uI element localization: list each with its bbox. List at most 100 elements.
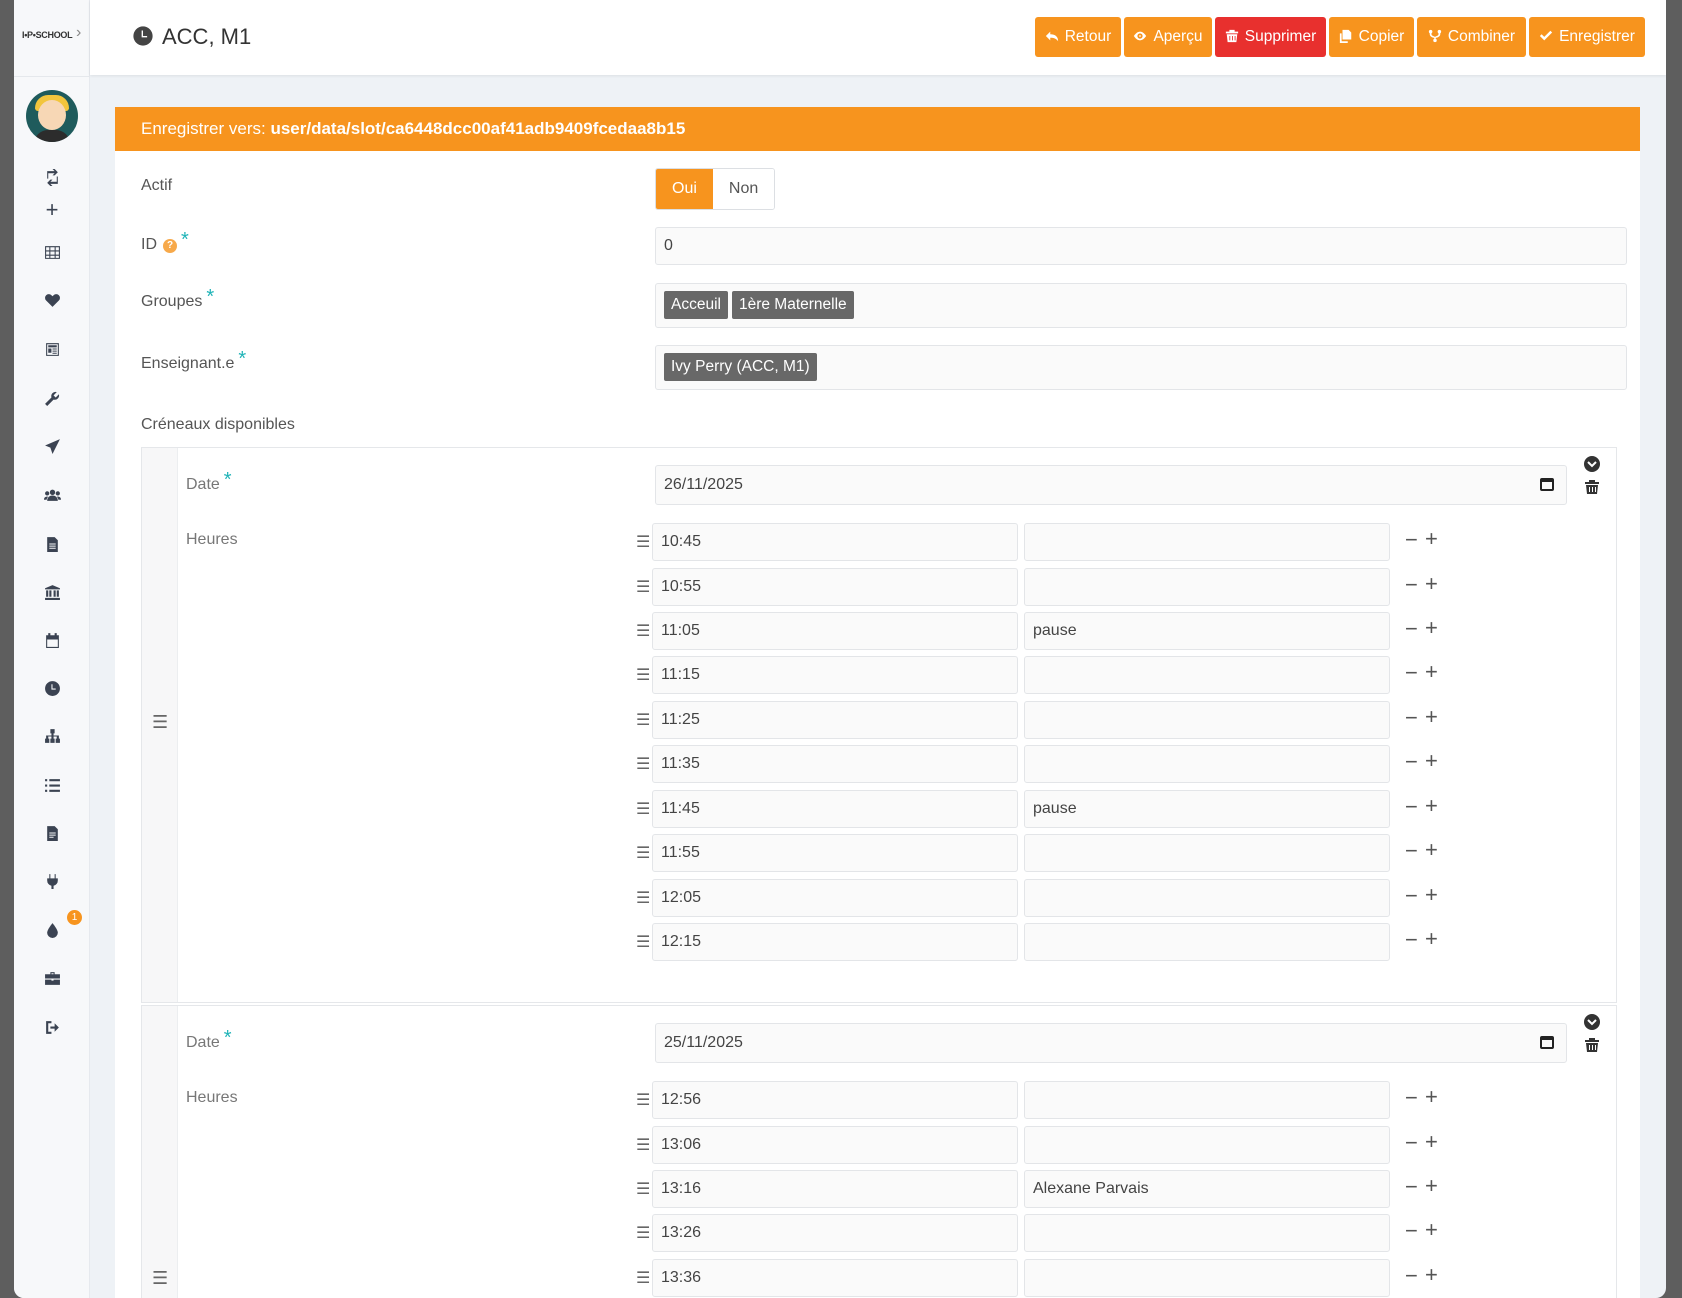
group-tag[interactable]: Acceuil	[664, 291, 728, 319]
drag-handle-icon[interactable]: ☰	[636, 665, 650, 685]
chevron-right-icon[interactable]: ›	[76, 24, 81, 42]
drag-handle-icon[interactable]: ☰	[636, 532, 650, 552]
add-row-icon[interactable]: +	[1425, 882, 1438, 908]
back-button[interactable]: Retour	[1035, 17, 1121, 57]
drag-handle-icon[interactable]: ☰	[152, 1268, 168, 1289]
sitemap-icon[interactable]	[36, 724, 68, 748]
remove-row-icon[interactable]: −	[1405, 883, 1418, 909]
drag-handle-icon[interactable]: ☰	[636, 754, 650, 774]
add-row-icon[interactable]: +	[1425, 926, 1438, 952]
date-input[interactable]: 25/11/2025	[655, 1023, 1567, 1063]
date-input[interactable]: 26/11/2025	[655, 465, 1567, 505]
plus-icon[interactable]: +	[36, 198, 68, 222]
add-row-icon[interactable]: +	[1425, 793, 1438, 819]
drag-handle-icon[interactable]: ☰	[636, 710, 650, 730]
plug-icon[interactable]	[36, 869, 68, 893]
remove-row-icon[interactable]: −	[1405, 927, 1418, 953]
drag-handle-icon[interactable]: ☰	[636, 1268, 650, 1288]
teacher-input[interactable]: Ivy Perry (ACC, M1)	[655, 345, 1627, 390]
time-input[interactable]: 11:15	[652, 656, 1018, 694]
add-row-icon[interactable]: +	[1425, 748, 1438, 774]
list-icon[interactable]	[36, 773, 68, 797]
drag-handle-icon[interactable]: ☰	[636, 1090, 650, 1110]
note-input[interactable]	[1024, 923, 1390, 961]
note-input[interactable]	[1024, 701, 1390, 739]
drag-handle-icon[interactable]: ☰	[636, 577, 650, 597]
bank-icon[interactable]	[36, 580, 68, 604]
note-input[interactable]	[1024, 1081, 1390, 1119]
combine-button[interactable]: Combiner	[1417, 17, 1526, 57]
remove-row-icon[interactable]: −	[1405, 794, 1418, 820]
remove-row-icon[interactable]: −	[1405, 1218, 1418, 1244]
remove-row-icon[interactable]: −	[1405, 705, 1418, 731]
note-input[interactable]	[1024, 656, 1390, 694]
drag-handle-icon[interactable]: ☰	[636, 1135, 650, 1155]
add-row-icon[interactable]: +	[1425, 1262, 1438, 1288]
add-row-icon[interactable]: +	[1425, 704, 1438, 730]
drag-handle-icon[interactable]: ☰	[636, 888, 650, 908]
drag-handle-icon[interactable]: ☰	[636, 621, 650, 641]
drag-handle-icon[interactable]: ☰	[636, 932, 650, 952]
remove-row-icon[interactable]: −	[1405, 1085, 1418, 1111]
remove-row-icon[interactable]: −	[1405, 838, 1418, 864]
time-input[interactable]: 11:55	[652, 834, 1018, 872]
calendar-icon[interactable]	[36, 628, 68, 652]
grid-icon[interactable]	[36, 240, 68, 264]
time-input[interactable]: 12:05	[652, 879, 1018, 917]
time-input[interactable]: 13:26	[652, 1214, 1018, 1252]
add-row-icon[interactable]: +	[1425, 1129, 1438, 1155]
collapse-icon[interactable]	[1584, 1014, 1600, 1030]
remove-row-icon[interactable]: −	[1405, 660, 1418, 686]
remove-row-icon[interactable]: −	[1405, 1174, 1418, 1200]
help-icon[interactable]: ?	[163, 239, 177, 253]
add-row-icon[interactable]: +	[1425, 1084, 1438, 1110]
file-icon[interactable]	[36, 532, 68, 556]
note-input[interactable]: pause	[1024, 790, 1390, 828]
drag-handle-icon[interactable]: ☰	[636, 1179, 650, 1199]
remove-row-icon[interactable]: −	[1405, 1130, 1418, 1156]
time-input[interactable]: 11:35	[652, 745, 1018, 783]
teacher-tag[interactable]: Ivy Perry (ACC, M1)	[664, 353, 817, 381]
heart-icon[interactable]	[36, 288, 68, 312]
note-input[interactable]	[1024, 1214, 1390, 1252]
drag-handle-icon[interactable]: ☰	[152, 712, 168, 733]
logo[interactable]: I•P•SCHOOL	[22, 30, 73, 40]
trash-icon[interactable]	[1584, 1037, 1600, 1053]
briefcase-icon[interactable]	[36, 966, 68, 990]
send-icon[interactable]	[36, 434, 68, 458]
time-input[interactable]: 13:06	[652, 1126, 1018, 1164]
add-row-icon[interactable]: +	[1425, 615, 1438, 641]
remove-row-icon[interactable]: −	[1405, 616, 1418, 642]
drag-handle-icon[interactable]: ☰	[636, 799, 650, 819]
save-button[interactable]: Enregistrer	[1529, 17, 1645, 57]
group-tag[interactable]: 1ère Maternelle	[731, 291, 854, 319]
time-input[interactable]: 11:25	[652, 701, 1018, 739]
time-input[interactable]: 10:55	[652, 568, 1018, 606]
clock-icon[interactable]	[36, 676, 68, 700]
newspaper-icon[interactable]	[36, 337, 68, 361]
id-input[interactable]: 0	[655, 227, 1627, 265]
users-icon[interactable]	[36, 483, 68, 507]
remove-row-icon[interactable]: −	[1405, 749, 1418, 775]
active-yes-option[interactable]: Oui	[656, 169, 713, 209]
add-row-icon[interactable]: +	[1425, 1173, 1438, 1199]
time-input[interactable]: 12:56	[652, 1081, 1018, 1119]
groups-input[interactable]: Acceuil 1ère Maternelle	[655, 283, 1627, 328]
slot-drag-handle[interactable]: ☰	[142, 448, 178, 1002]
drag-handle-icon[interactable]: ☰	[636, 843, 650, 863]
note-input[interactable]	[1024, 1259, 1390, 1297]
drop-icon[interactable]	[36, 918, 68, 942]
note-input[interactable]: pause	[1024, 612, 1390, 650]
note-input[interactable]	[1024, 523, 1390, 561]
time-input[interactable]: 11:45	[652, 790, 1018, 828]
remove-row-icon[interactable]: −	[1405, 527, 1418, 553]
collapse-icon[interactable]	[1584, 456, 1600, 472]
copy-button[interactable]: Copier	[1329, 17, 1414, 57]
time-input[interactable]: 10:45	[652, 523, 1018, 561]
add-row-icon[interactable]: +	[1425, 571, 1438, 597]
calendar-icon[interactable]	[1540, 478, 1554, 491]
drag-handle-icon[interactable]: ☰	[636, 1223, 650, 1243]
remove-row-icon[interactable]: −	[1405, 1263, 1418, 1289]
wrench-icon[interactable]	[36, 386, 68, 410]
avatar[interactable]	[26, 90, 78, 142]
